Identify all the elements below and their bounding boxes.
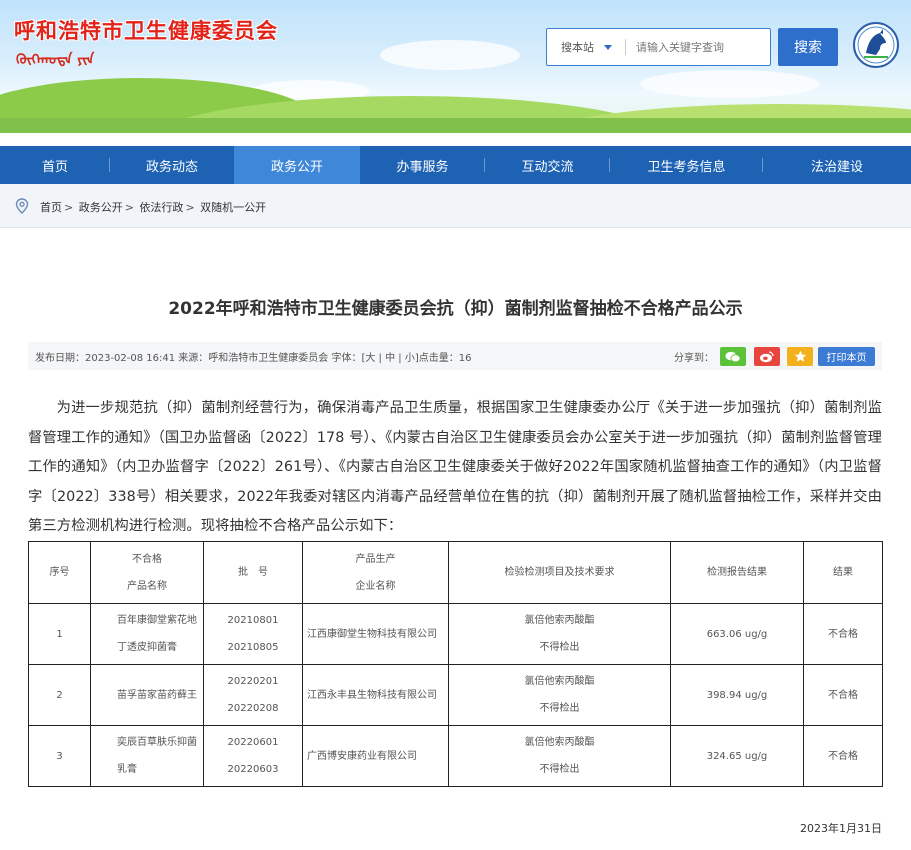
- nav-item-label: 法治建设: [810, 159, 863, 175]
- share-wechat-button[interactable]: [720, 347, 746, 366]
- cell-seq: 3: [28, 725, 91, 787]
- cell-test-item: 氯倍他索丙酸酯 不得检出: [448, 664, 671, 726]
- cell-test-1: 氯倍他索丙酸酯: [524, 737, 595, 748]
- cell-test-1: 氯倍他索丙酸酯: [524, 615, 595, 626]
- emblem-logo-icon: [853, 22, 899, 68]
- cell-batch: 20220201 20220208: [203, 664, 303, 726]
- header-banner: 呼和浩特市卫生健康委员会 ᠬᠥᠬᠡᠬᠣᠲᠠ ᠶᠢᠨ 搜本站 搜索: [0, 0, 911, 133]
- share-weibo-button[interactable]: [754, 347, 780, 366]
- article-date: 2023年1月31日: [800, 822, 882, 835]
- cell-report: 398.94 ug/g: [670, 664, 804, 726]
- location-pin-icon: [15, 198, 29, 214]
- header-seq: 序号: [28, 541, 91, 604]
- cell-test-2: 不得检出: [539, 703, 580, 714]
- breadcrumb-link-law[interactable]: 依法行政: [139, 201, 183, 214]
- cell-maker: 广西博安康药业有限公司: [302, 725, 449, 787]
- search-scope-label: 搜本站: [561, 41, 594, 54]
- favorite-button[interactable]: [787, 347, 813, 366]
- share-label: 分享到：: [674, 353, 714, 364]
- header-result: 结果: [803, 541, 883, 604]
- article-meta: 发布日期：2023-02-08 16:41 来源：呼和浩特市卫生健康委员会 字体…: [35, 353, 472, 364]
- table-row: 1 百年康御堂紫花地丁透皮抑菌膏 20210801 20210805 江西康御堂…: [28, 603, 883, 665]
- cell-batch: 20220601 20220603: [203, 725, 303, 787]
- nav-item-label: 办事服务: [396, 159, 449, 175]
- print-button[interactable]: 打印本页: [818, 347, 875, 366]
- cell-maker: 江西永丰县生物科技有限公司: [302, 664, 449, 726]
- breadcrumb-link-home[interactable]: 首页: [40, 201, 62, 214]
- nav-item-interaction[interactable]: 互动交流: [485, 146, 610, 184]
- cell-test-1: 氯倍他索丙酸酯: [524, 676, 595, 687]
- main-nav: 首页 政务动态 政务公开 办事服务 互动交流 卫生考务信息 法治建设: [0, 146, 911, 184]
- table-row: 3 奕辰百草肤乐抑菌乳膏 20220601 20220603 广西博安康药业有限…: [28, 725, 883, 787]
- header-batch: 批 号: [203, 541, 303, 604]
- weibo-icon: [760, 351, 774, 363]
- cell-test-2: 不得检出: [539, 764, 580, 775]
- article-body: 为进一步规范抗（抑）菌制剂经营行为，确保消毒产品卫生质量，根据国家卫生健康委办公…: [28, 400, 882, 534]
- cell-batch-2: 20210805: [227, 642, 279, 653]
- cell-maker: 江西康御堂生物科技有限公司: [302, 603, 449, 665]
- cell-report: 324.65 ug/g: [670, 725, 804, 787]
- wechat-icon: [725, 351, 741, 362]
- header-maker-line1: 产品生产: [355, 553, 396, 565]
- cell-batch-2: 20220208: [227, 703, 279, 714]
- cell-result: 不合格: [803, 664, 883, 726]
- breadcrumb-bar: 首页 > 政务公开 > 依法行政 > 双随机一公开: [0, 184, 911, 228]
- breadcrumb-link-gov-open[interactable]: 政务公开: [79, 201, 123, 214]
- site-title-mongolian: ᠬᠥᠬᠡᠬᠣᠲᠠ ᠶᠢᠨ: [16, 52, 95, 68]
- cell-seq: 1: [28, 603, 91, 665]
- cell-seq: 2: [28, 664, 91, 726]
- header-maker: 产品生产 企业名称: [302, 541, 449, 604]
- nav-item-home[interactable]: 首页: [0, 146, 110, 184]
- cell-batch-1: 20220601: [227, 737, 279, 748]
- search-scope-select[interactable]: 搜本站: [547, 39, 625, 55]
- nav-item-news[interactable]: 政务动态: [110, 146, 234, 184]
- nav-item-rule-of-law[interactable]: 法治建设: [763, 146, 911, 184]
- nav-item-gov-open[interactable]: 政务公开: [234, 146, 360, 184]
- search-divider: [625, 39, 626, 55]
- cell-product-name: 奕辰百草肤乐抑菌乳膏: [90, 725, 204, 787]
- nav-item-exam-info[interactable]: 卫生考务信息: [610, 146, 763, 184]
- breadcrumb-link-current[interactable]: 双随机一公开: [200, 201, 266, 214]
- cell-product-name: 百年康御堂紫花地丁透皮抑菌膏: [90, 603, 204, 665]
- search-box: 搜本站: [546, 28, 771, 66]
- cell-batch-2: 20220603: [227, 764, 279, 775]
- nav-item-label: 首页: [41, 159, 68, 175]
- nav-item-services[interactable]: 办事服务: [360, 146, 485, 184]
- header-name-line2: 产品名称: [127, 580, 167, 592]
- search-button[interactable]: 搜索: [778, 28, 838, 66]
- article-title: 2022年呼和浩特市卫生健康委员会抗（抑）菌制剂监督抽检不合格产品公示: [168, 299, 743, 319]
- header-name-line1: 不合格: [132, 553, 162, 565]
- cell-batch-1: 20220201: [227, 676, 279, 687]
- unqualified-products-table: 序号 不合格 产品名称 批 号 产品生产 企业名称 检验检测项目及技术要求 检测…: [28, 541, 883, 787]
- star-icon: [794, 350, 806, 362]
- chevron-down-icon: [604, 44, 612, 50]
- cell-test-item: 氯倍他索丙酸酯 不得检出: [448, 603, 671, 665]
- table-header-row: 序号 不合格 产品名称 批 号 产品生产 企业名称 检验检测项目及技术要求 检测…: [28, 541, 883, 604]
- cell-product-name: 苗孚苗家苗药藓王: [90, 664, 204, 726]
- nav-item-label: 政务动态: [145, 159, 198, 175]
- header-product-name: 不合格 产品名称: [90, 541, 204, 604]
- cell-test-item: 氯倍他索丙酸酯 不得检出: [448, 725, 671, 787]
- cell-batch-1: 20210801: [227, 615, 279, 626]
- site-title: 呼和浩特市卫生健康委员会: [14, 19, 278, 43]
- article-meta-bar: 发布日期：2023-02-08 16:41 来源：呼和浩特市卫生健康委员会 字体…: [28, 342, 882, 370]
- nav-item-label: 互动交流: [521, 159, 574, 175]
- nav-item-label: 卫生考务信息: [647, 159, 726, 175]
- table-row: 2 苗孚苗家苗药藓王 20220201 20220208 江西永丰县生物科技有限…: [28, 664, 883, 726]
- cell-report: 663.06 ug/g: [670, 603, 804, 665]
- header-test-item: 检验检测项目及技术要求: [448, 541, 671, 604]
- search-input[interactable]: [636, 40, 756, 54]
- header-maker-line2: 企业名称: [355, 580, 396, 592]
- breadcrumb: 首页 > 政务公开 > 依法行政 > 双随机一公开: [40, 201, 267, 214]
- cell-result: 不合格: [803, 725, 883, 787]
- header-report: 检测报告结果: [670, 541, 804, 604]
- cell-result: 不合格: [803, 603, 883, 665]
- cell-test-2: 不得检出: [539, 642, 580, 653]
- nav-item-label: 政务公开: [270, 159, 323, 175]
- cell-batch: 20210801 20210805: [203, 603, 303, 665]
